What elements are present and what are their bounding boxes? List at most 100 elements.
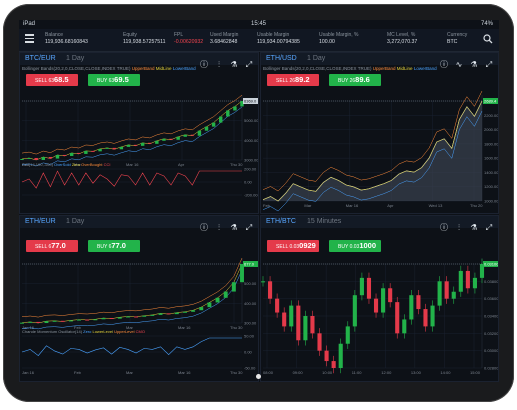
instrument-pair[interactable]: ETH/USD: [266, 55, 297, 62]
candle-body: [91, 150, 95, 152]
y-tick-label: 200.00: [244, 167, 257, 172]
candle-body: [20, 322, 24, 324]
upper-band-line: [21, 257, 243, 318]
timeframe-label[interactable]: 1 Day: [66, 218, 84, 225]
candle-body: [197, 130, 202, 136]
search-icon[interactable]: [483, 34, 493, 44]
x-tick-label: Jan 16: [22, 370, 35, 375]
y-tick-label: 300.00: [244, 321, 257, 326]
timeframe-label[interactable]: 15 Minutes: [307, 218, 341, 225]
candle-body: [233, 106, 237, 111]
account-summary-bar: Balance 119,936.68160843 Equity 119,938.57…: [19, 29, 499, 52]
price-chart[interactable]: 6000.005000.004000.003000.00FebMarMar 16…: [20, 65, 259, 214]
price-chart[interactable]: 2400.002200.002000.001800.001600.001400.…: [261, 65, 499, 214]
account-usable-margin-pct: Usable Margin, % 100.00: [319, 32, 359, 45]
candle-body: [55, 154, 60, 159]
x-tick-label: 15:00: [470, 370, 481, 375]
candle-body: [20, 158, 24, 160]
candle-body: [261, 281, 266, 283]
timeframe-label[interactable]: 1 Day: [307, 55, 325, 62]
instrument-pair[interactable]: ETH/BTC: [266, 218, 296, 225]
candle-body: [331, 361, 336, 368]
candle-body: [282, 312, 287, 327]
candle-body: [207, 302, 212, 308]
x-tick-label: 13:00: [411, 370, 422, 375]
x-tick-label: Feb: [74, 370, 82, 375]
battery-level: 74%: [480, 21, 493, 27]
candle-body: [142, 315, 147, 317]
candle-body: [84, 150, 88, 154]
x-tick-label: Thu 30: [230, 370, 243, 375]
candle-body: [268, 281, 273, 299]
candle-body: [199, 307, 204, 311]
mid-line: [21, 263, 243, 324]
candle-body: [182, 311, 187, 313]
x-tick-label: Thu 20: [470, 203, 483, 208]
y-tick-label: 0.030000: [484, 348, 499, 353]
x-tick-label: Feb: [263, 203, 271, 208]
current-price-tag: 0.031000: [484, 262, 499, 267]
y-tick-label: 0.00: [244, 180, 253, 185]
candle-body: [310, 316, 315, 334]
y-tick-label: 0.032000: [484, 331, 499, 336]
chart-panel-btc-eur[interactable]: BTC/EUR 1 Day ⓘ ⫶ ⚗ ⤢ Bollinger Bands(20,2,…: [19, 52, 259, 214]
candle-body: [62, 154, 67, 156]
candle-body: [381, 288, 386, 313]
candle-body: [148, 142, 152, 144]
candle-body: [352, 295, 357, 327]
x-tick-label: Mar: [304, 203, 312, 208]
x-tick-label: Mar 16: [178, 370, 191, 375]
candle-body: [215, 297, 220, 303]
account-used-margin: Used Margin 3.68462848: [210, 32, 239, 45]
candle-body: [133, 144, 138, 146]
price-chart[interactable]: 0.0400000.0380000.0360000.0340000.032000…: [261, 228, 499, 382]
panel-header: ETH/EUR 1 Day ⓘ ⫶ ⚗ ⤢: [20, 216, 258, 232]
lower-band-line: [21, 106, 243, 167]
y-tick-label: 5000.00: [244, 118, 259, 123]
candle-body: [77, 152, 81, 154]
candle-body: [275, 298, 280, 313]
candle-body: [444, 281, 449, 299]
candle-body: [155, 140, 159, 144]
x-tick-label: Apr: [387, 203, 394, 208]
y-tick-label: 50.00: [244, 334, 255, 339]
candle-body: [451, 291, 456, 299]
y-tick-label: 0.028000: [484, 366, 499, 371]
chart-panel-eth-eur[interactable]: ETH/EUR 1 Day ⓘ ⫶ ⚗ ⤢ SELL 677.0 BUY 677.0 …: [19, 215, 259, 382]
candle-body: [226, 110, 230, 117]
candle-body: [166, 313, 171, 315]
x-tick-label: Wed 13: [429, 203, 443, 208]
candle-body: [162, 138, 166, 141]
timeframe-label[interactable]: 1 Day: [66, 55, 84, 62]
candle-body: [60, 320, 65, 322]
chart-panel-eth-btc[interactable]: ETH/BTC 15 Minutes ⓘ ⫶ ⚗ ⤢ SELL 0.030929 BU…: [260, 215, 499, 382]
instrument-pair[interactable]: BTC/EUR: [25, 55, 56, 62]
candle-body: [402, 319, 407, 334]
candle-body: [140, 142, 145, 146]
y-tick-label: 0.036000: [484, 296, 499, 301]
candle-body: [126, 144, 131, 147]
candle-body: [98, 148, 102, 152]
y-tick-label: -50.00: [244, 366, 256, 371]
candle-body: [183, 134, 187, 137]
x-tick-label: Mar 16: [178, 325, 191, 330]
candle-body: [28, 321, 33, 323]
candle-body: [27, 157, 31, 159]
x-tick-label: Mar 16: [346, 203, 359, 208]
price-chart[interactable]: 600.00500.00400.00300.00Jan 16FebMarMar …: [20, 228, 259, 382]
candle-body: [85, 319, 90, 321]
y-tick-label: 0.038000: [484, 279, 499, 284]
y-tick-label: 1400.00: [484, 170, 499, 175]
x-tick-label: 08:00: [263, 370, 274, 375]
candle-body: [395, 302, 400, 334]
instrument-pair[interactable]: ETH/EUR: [25, 218, 56, 225]
y-tick-label: 1200.00: [484, 184, 499, 189]
x-tick-label: Mar 16: [126, 162, 139, 167]
x-tick-label: 12:00: [381, 370, 392, 375]
panel-header: ETH/USD 1 Day ⓘ ∿ ⚗ ⤢: [261, 53, 498, 69]
chart-panel-eth-usd[interactable]: ETH/USD 1 Day ⓘ ∿ ⚗ ⤢ Bollinger Bands(20,2,…: [260, 52, 499, 214]
candle-body: [112, 147, 116, 150]
menu-icon[interactable]: [25, 34, 35, 44]
clock: 15:45: [251, 21, 267, 27]
x-tick-label: Thu 30: [230, 162, 243, 167]
